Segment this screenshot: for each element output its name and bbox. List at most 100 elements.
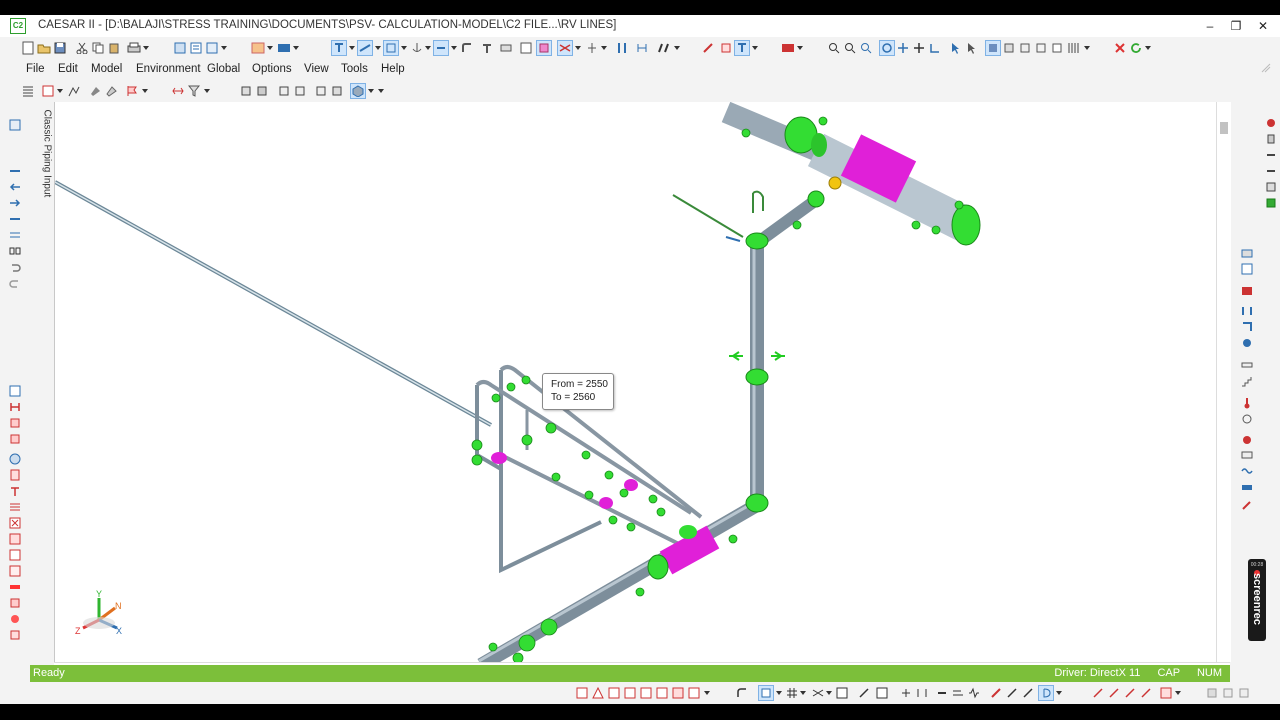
input-list-icon[interactable] — [8, 119, 22, 131]
valve-tool-icon[interactable] — [810, 685, 826, 701]
zoom-icon[interactable] — [518, 40, 534, 56]
wave-icon[interactable] — [1240, 465, 1254, 477]
support-dropdown-icon[interactable] — [349, 46, 355, 50]
stress-icon[interactable] — [590, 685, 606, 701]
view-icon[interactable] — [985, 40, 1001, 56]
snap-icon[interactable] — [238, 83, 254, 99]
measure-icon[interactable] — [536, 40, 552, 56]
save-icon[interactable] — [52, 40, 68, 56]
elbow-tool-icon[interactable] — [856, 685, 872, 701]
node-icon[interactable] — [383, 40, 399, 56]
link-icon[interactable] — [8, 245, 22, 257]
filter-icon[interactable] — [186, 83, 202, 99]
undo-icon[interactable] — [8, 261, 22, 273]
anchor-tool-icon[interactable] — [1264, 181, 1278, 193]
orbit-icon[interactable] — [734, 40, 750, 56]
bolt-icon[interactable] — [614, 40, 630, 56]
extra-tool-b-icon[interactable] — [1220, 685, 1236, 701]
guide-tool-icon[interactable] — [1264, 197, 1278, 209]
fluid-icon[interactable] — [1240, 433, 1254, 445]
vertical-scroll-thumb[interactable] — [1220, 122, 1228, 134]
vessel-equipment-magenta[interactable] — [840, 134, 917, 203]
flange-check-icon[interactable] — [8, 549, 22, 561]
restraint-dropdown-icon[interactable] — [375, 46, 381, 50]
arrow-left-icon[interactable] — [8, 181, 22, 193]
hydro-icon[interactable] — [8, 597, 22, 609]
menu-global[interactable]: Global — [207, 63, 240, 75]
properties-icon[interactable] — [8, 385, 22, 397]
screenrec-widget[interactable]: 00:28 screenrec — [1248, 559, 1266, 641]
refresh-dropdown-icon[interactable] — [1145, 46, 1151, 50]
erase-icon[interactable] — [103, 83, 119, 99]
compare-dropdown-icon[interactable] — [293, 46, 299, 50]
summary-dropdown-icon[interactable] — [704, 691, 710, 695]
active-view-tool-icon[interactable] — [1038, 685, 1054, 701]
pipe-tool-d-icon[interactable] — [1138, 685, 1154, 701]
menu-file[interactable]: File — [26, 63, 45, 75]
orbit-dropdown-icon[interactable] — [752, 46, 758, 50]
close-button[interactable]: ✕ — [1249, 17, 1277, 35]
rotate-view-icon[interactable] — [879, 40, 895, 56]
compare-icon[interactable] — [276, 40, 292, 56]
tee-node-icon[interactable] — [8, 485, 22, 497]
stairs-icon[interactable] — [1240, 375, 1254, 387]
vertical-scrollbar[interactable] — [1216, 102, 1231, 662]
copy-icon[interactable] — [90, 40, 106, 56]
flag-dropdown-icon[interactable] — [142, 89, 148, 93]
menu-view[interactable]: View — [304, 63, 329, 75]
forces-icon[interactable] — [622, 685, 638, 701]
more-dropdown-icon[interactable] — [378, 89, 384, 93]
redo-icon[interactable] — [8, 277, 22, 289]
menu-model[interactable]: Model — [91, 63, 122, 75]
pipe-tool-b-icon[interactable] — [1106, 685, 1122, 701]
restraint-tool-icon[interactable] — [1264, 117, 1278, 129]
valve-icon[interactable] — [557, 40, 573, 56]
report-dropdown-icon[interactable] — [57, 89, 63, 93]
table-icon[interactable] — [204, 40, 220, 56]
reducer-icon[interactable] — [8, 517, 22, 529]
vessel-end-flange[interactable] — [951, 204, 981, 246]
menu-tools[interactable]: Tools — [341, 63, 368, 75]
report-icon[interactable] — [40, 83, 56, 99]
move-view-icon[interactable] — [895, 40, 911, 56]
support-icon[interactable] — [331, 40, 347, 56]
list-view-icon[interactable] — [20, 83, 36, 99]
camera-icon[interactable] — [718, 40, 734, 56]
offset-tool-icon[interactable] — [1004, 685, 1020, 701]
scale-icon[interactable] — [170, 83, 186, 99]
elevation-icon[interactable] — [498, 40, 514, 56]
flange-tool-icon[interactable] — [914, 685, 930, 701]
reducer-tool-icon[interactable] — [874, 685, 890, 701]
double-arrow-icon[interactable] — [8, 213, 22, 225]
code-check-icon[interactable] — [654, 685, 670, 701]
flange-dropdown-icon[interactable] — [601, 46, 607, 50]
node-dropdown-icon[interactable] — [401, 46, 407, 50]
equipment-icon[interactable] — [8, 565, 22, 577]
restore-button[interactable]: ❐ — [1222, 17, 1250, 35]
iso-view-icon[interactable] — [329, 83, 345, 99]
expansion-joint-icon[interactable] — [8, 501, 22, 513]
tool-window-icon[interactable] — [1258, 60, 1274, 76]
minimize-button[interactable]: – — [1196, 17, 1224, 35]
piping-model-3d[interactable]: Y N X Z — [54, 101, 1217, 672]
valve-dropdown-icon[interactable] — [575, 46, 581, 50]
measure-dropdown-icon[interactable] — [776, 691, 782, 695]
cut-icon[interactable] — [74, 40, 90, 56]
abc-icon[interactable] — [670, 685, 686, 701]
refresh-icon[interactable] — [1128, 40, 1144, 56]
wind-icon[interactable] — [8, 613, 22, 625]
box-icon[interactable] — [1001, 40, 1017, 56]
print-dropdown-icon[interactable] — [143, 46, 149, 50]
pipe-tool-a-icon[interactable] — [1090, 685, 1106, 701]
support-tool-icon[interactable] — [898, 685, 914, 701]
copy-view-icon[interactable] — [254, 83, 270, 99]
zoom-window-icon[interactable] — [826, 40, 842, 56]
section-icon[interactable] — [656, 40, 672, 56]
nozzle-icon[interactable] — [8, 581, 22, 593]
shade-icon[interactable] — [1049, 40, 1065, 56]
render-dropdown-icon[interactable] — [267, 46, 273, 50]
hanger-tool-icon[interactable] — [1264, 133, 1278, 145]
load-case-icon[interactable] — [574, 685, 590, 701]
section-dropdown-icon[interactable] — [674, 46, 680, 50]
axis-icon[interactable] — [927, 40, 943, 56]
